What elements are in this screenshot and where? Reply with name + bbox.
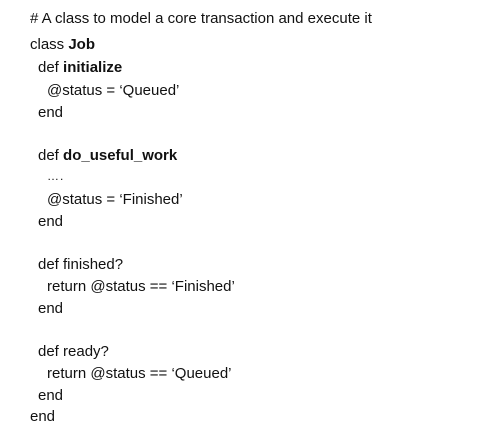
def-keyword: def [38, 147, 64, 164]
def-keyword: def [38, 59, 64, 76]
def-do-useful-work: def do_useful_work [38, 147, 177, 165]
class-declaration: class Job [30, 36, 95, 54]
ellipsis: …. [47, 169, 65, 183]
class-keyword: class [30, 36, 69, 53]
code-listing: # A class to model a core transaction an… [0, 0, 500, 440]
def-initialize: def initialize [38, 59, 122, 77]
method-name-initialize: initialize [63, 59, 123, 76]
finished-end: end [38, 300, 64, 317]
code-comment: # A class to model a core transaction an… [30, 10, 372, 27]
def-ready: def ready? [38, 343, 109, 360]
finished-body: return @status == ‘Finished’ [47, 278, 235, 295]
ready-end: end [38, 387, 64, 404]
class-name: Job [68, 36, 96, 53]
ready-body: return @status == ‘Queued’ [47, 365, 232, 382]
do-useful-work-end: end [38, 213, 64, 230]
initialize-body: @status = ‘Queued’ [47, 82, 180, 99]
def-finished: def finished? [38, 256, 124, 273]
initialize-end: end [38, 104, 64, 121]
do-useful-work-body: @status = ‘Finished’ [47, 191, 183, 208]
class-end: end [30, 408, 56, 425]
method-name-do-useful-work: do_useful_work [63, 147, 178, 164]
